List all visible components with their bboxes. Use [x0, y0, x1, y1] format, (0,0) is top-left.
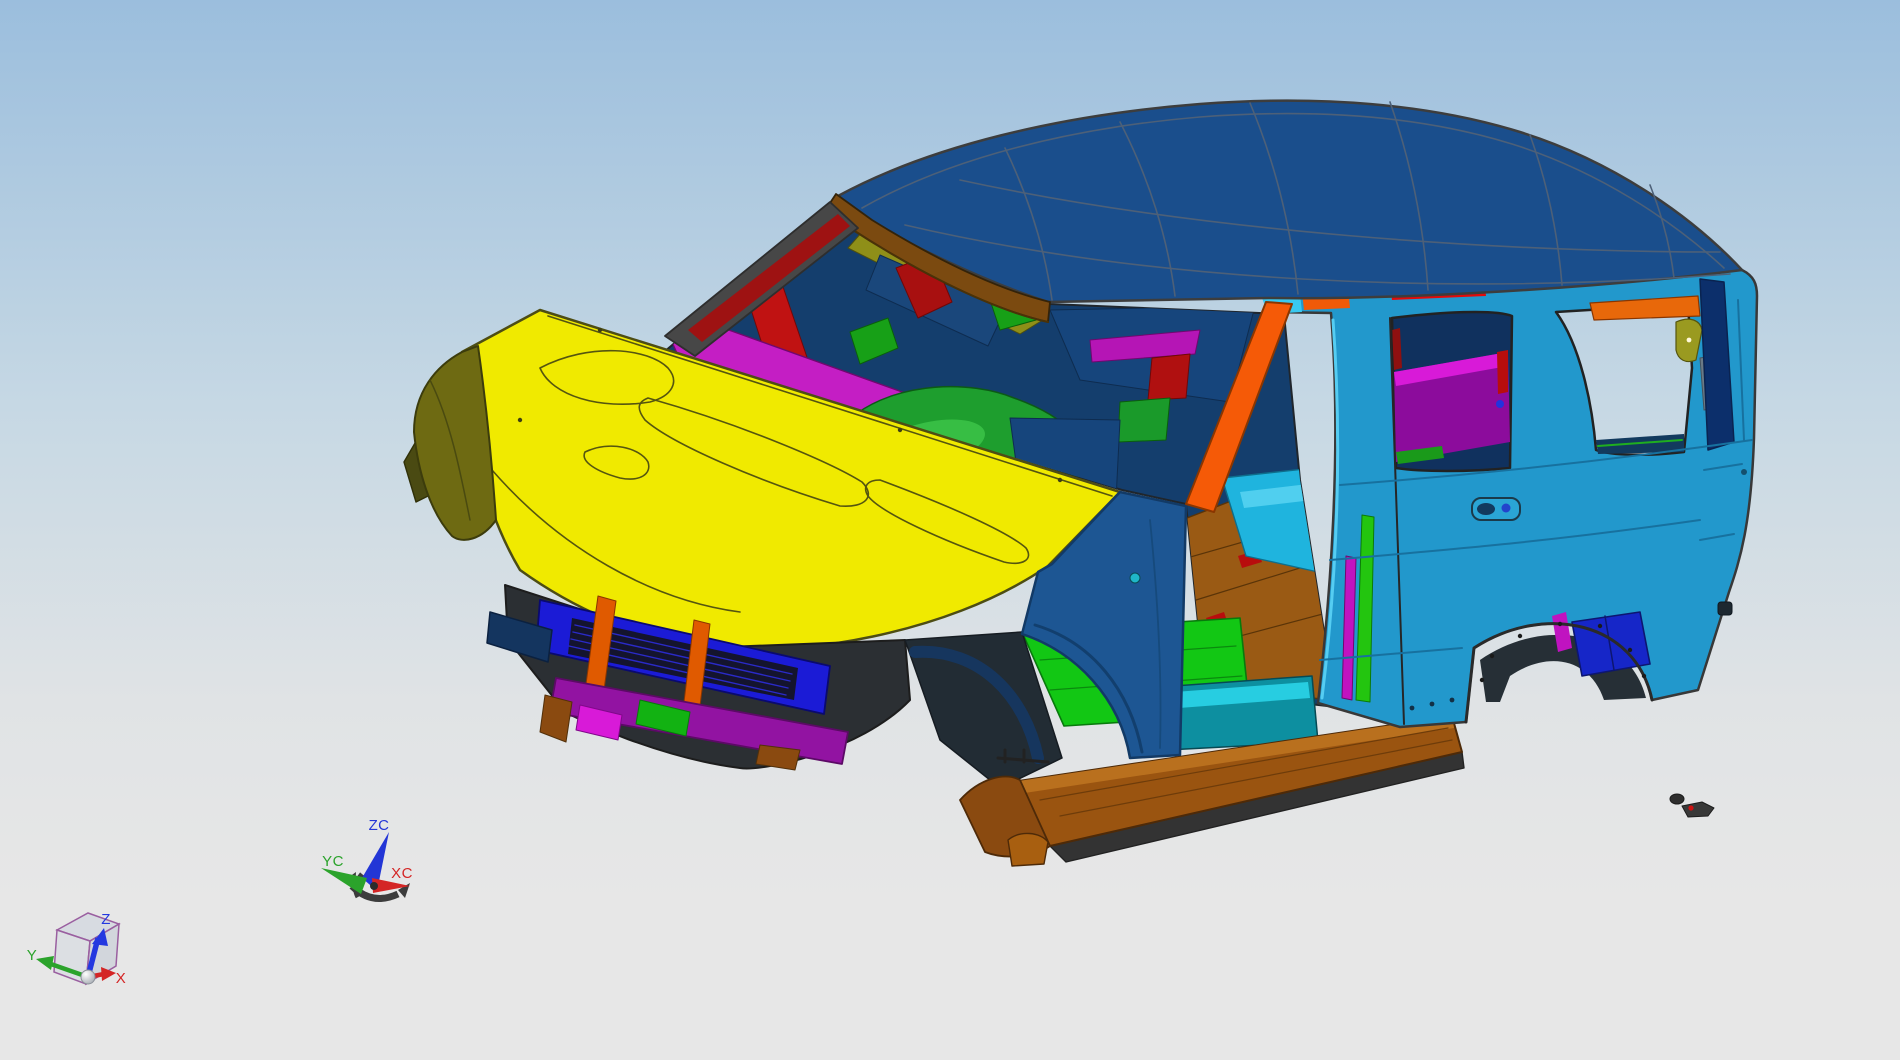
wcs-xc-label: XC — [391, 865, 413, 882]
wcs-zc-label: ZC — [369, 817, 390, 834]
bracket-hole — [1686, 337, 1692, 343]
quarter-vent-slot — [1717, 601, 1733, 616]
console-green-block — [1117, 397, 1171, 443]
window-blue-dot — [1496, 400, 1504, 408]
rear-door-window — [1390, 310, 1514, 473]
quarter-hole — [1741, 469, 1747, 475]
y-axis-label: Y — [27, 947, 37, 964]
fender-teal-hole — [1129, 572, 1141, 584]
body-side[interactable] — [1262, 268, 1759, 729]
cad-viewport[interactable]: ZC YC XC Z Y X — [0, 0, 1900, 1060]
debris-bolt — [1669, 793, 1685, 805]
x-axis-label: X — [116, 970, 126, 987]
window-red-bit — [1497, 350, 1508, 394]
door-handle[interactable] — [1471, 497, 1521, 521]
origin-sphere[interactable] — [80, 969, 96, 985]
wcs-origin[interactable] — [370, 882, 378, 890]
wcs-yc-label: YC — [322, 853, 344, 870]
debris-red-dot — [1688, 805, 1694, 811]
console-red-block — [1147, 353, 1191, 401]
z-axis-label: Z — [101, 911, 111, 928]
rocker-nose-copper — [1007, 832, 1049, 867]
